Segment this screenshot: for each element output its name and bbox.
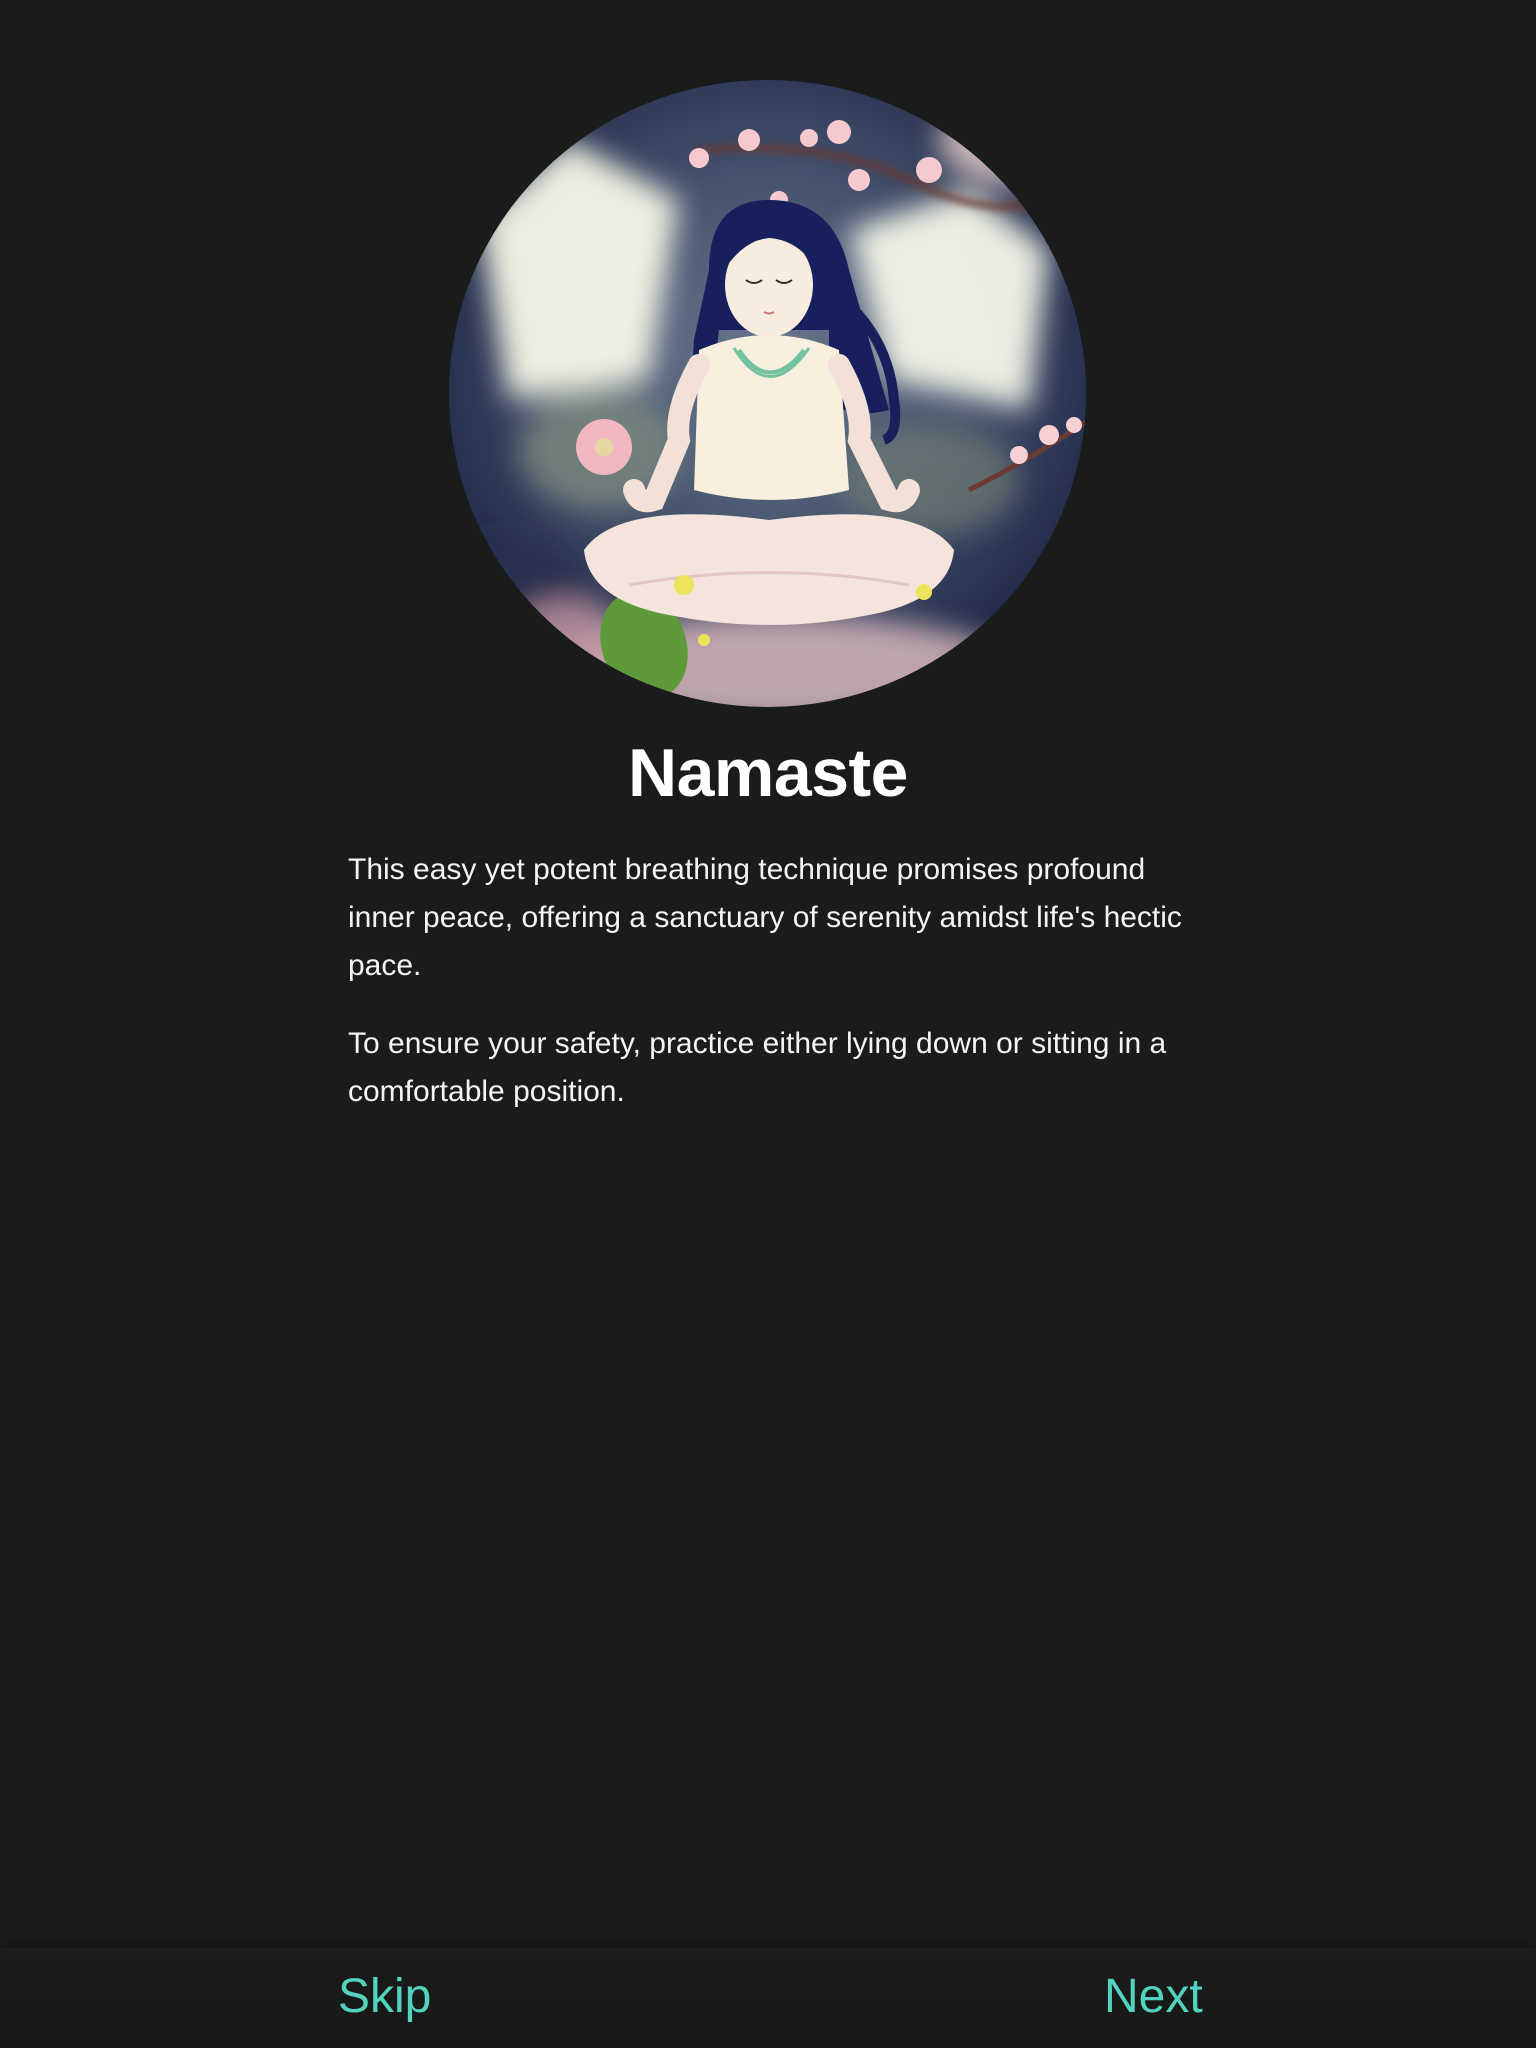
page-title: Namaste (628, 735, 909, 811)
onboarding-screen: Namaste This easy yet potent breathing t… (0, 0, 1536, 2048)
next-button[interactable]: Next (1098, 1964, 1209, 2030)
bottom-navigation-bar: Skip Next (0, 1948, 1536, 2048)
meditation-illustration (449, 80, 1086, 707)
safety-paragraph: To ensure your safety, practice either l… (348, 1027, 1167, 1108)
skip-button[interactable]: Skip (332, 1964, 437, 2030)
intro-paragraph: This easy yet potent breathing technique… (348, 853, 1182, 982)
